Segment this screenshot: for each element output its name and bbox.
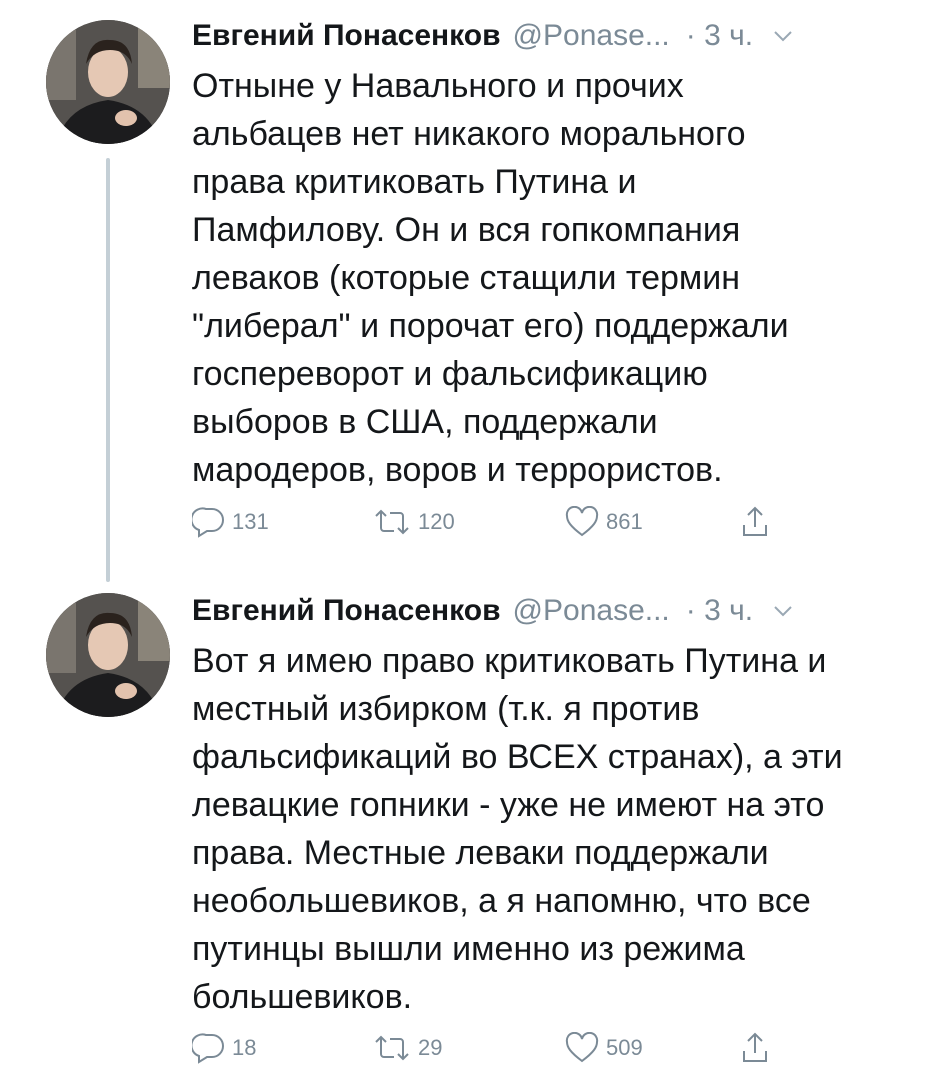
tweet-time[interactable]: · 3 ч. bbox=[686, 19, 753, 53]
tweet-text: Вот я имею право критиковать Путина и ме… bbox=[192, 637, 912, 1021]
reply-count: 131 bbox=[232, 509, 269, 534]
like-button[interactable]: 861 bbox=[564, 502, 643, 542]
like-count: 861 bbox=[606, 509, 643, 534]
share-icon bbox=[740, 1031, 770, 1065]
tweet-actions: 18 29 509 bbox=[192, 1028, 792, 1068]
tweet[interactable]: Евгений Понасенков @Ponase... · 3 ч. Отн… bbox=[0, 0, 947, 580]
tweet-text: Отныне у Навального и прочих альбацев не… bbox=[192, 62, 912, 494]
share-icon bbox=[740, 505, 770, 539]
like-count: 509 bbox=[606, 1035, 643, 1060]
like-button[interactable]: 509 bbox=[564, 1028, 643, 1068]
share-button[interactable] bbox=[740, 502, 770, 542]
avatar[interactable] bbox=[46, 593, 170, 717]
tweet-text-line: левацкие гопники - уже не имеют на это bbox=[192, 786, 825, 824]
retweet-icon bbox=[372, 1032, 412, 1064]
chevron-down-icon[interactable] bbox=[773, 30, 793, 42]
tweet-time[interactable]: · 3 ч. bbox=[686, 594, 753, 628]
reply-button[interactable]: 131 bbox=[192, 502, 269, 542]
retweet-icon bbox=[372, 506, 412, 538]
chevron-down-icon[interactable] bbox=[773, 605, 793, 617]
retweet-button[interactable]: 29 bbox=[372, 1028, 442, 1068]
tweet-text-line: выборов в США, поддержали bbox=[192, 403, 658, 441]
share-button[interactable] bbox=[740, 1028, 770, 1068]
reply-icon bbox=[192, 506, 226, 538]
tweet-header: Евгений Понасенков @Ponase... · 3 ч. bbox=[192, 16, 793, 56]
author-handle[interactable]: @Ponase... bbox=[513, 19, 670, 53]
heart-icon bbox=[564, 1032, 600, 1064]
tweet-text-line: Отныне у Навального и прочих bbox=[192, 67, 684, 105]
retweet-button[interactable]: 120 bbox=[372, 502, 455, 542]
tweet-text-line: права критиковать Путина и bbox=[192, 163, 637, 201]
tweet-header: Евгений Понасенков @Ponase... · 3 ч. bbox=[192, 591, 793, 631]
reply-icon bbox=[192, 1032, 226, 1064]
tweet-text-line: госпереворот и фальсификацию bbox=[192, 355, 708, 393]
tweet-text-line: Вот я имею право критиковать Путина и bbox=[192, 642, 827, 680]
tweet-text-line: необольшевиков, а я напомню, что все bbox=[192, 882, 811, 920]
reply-count: 18 bbox=[232, 1035, 257, 1060]
tweet-text-line: мародеров, воров и террористов. bbox=[192, 451, 723, 489]
tweet-text-line: леваков (которые стащили термин bbox=[192, 259, 741, 297]
tweet[interactable]: Евгений Понасенков @Ponase... · 3 ч. Вот… bbox=[0, 585, 947, 1080]
author-name[interactable]: Евгений Понасенков bbox=[192, 594, 501, 628]
retweet-count: 120 bbox=[418, 509, 455, 534]
tweet-text-line: большевиков. bbox=[192, 978, 413, 1016]
tweet-text-line: фальсификаций во ВСЕХ странах), а эти bbox=[192, 738, 843, 776]
tweet-text-line: путинцы вышли именно из режима bbox=[192, 930, 745, 968]
tweet-text-line: альбацев нет никакого морального bbox=[192, 115, 746, 153]
author-handle[interactable]: @Ponase... bbox=[513, 594, 670, 628]
tweet-text-line: Памфилову. Он и вся гопкомпания bbox=[192, 211, 741, 249]
avatar[interactable] bbox=[46, 20, 170, 144]
author-name[interactable]: Евгений Понасенков bbox=[192, 19, 501, 53]
retweet-count: 29 bbox=[418, 1035, 443, 1060]
tweet-text-line: местный избирком (т.к. я против bbox=[192, 690, 700, 728]
tweet-actions: 131 120 861 bbox=[192, 502, 792, 542]
avatar-portrait bbox=[46, 20, 170, 144]
reply-button[interactable]: 18 bbox=[192, 1028, 256, 1068]
avatar-portrait bbox=[46, 593, 170, 717]
tweet-text-line: права. Местные леваки поддержали bbox=[192, 834, 769, 872]
tweet-text-line: "либерал" и порочат его) поддержали bbox=[192, 307, 789, 345]
heart-icon bbox=[564, 506, 600, 538]
